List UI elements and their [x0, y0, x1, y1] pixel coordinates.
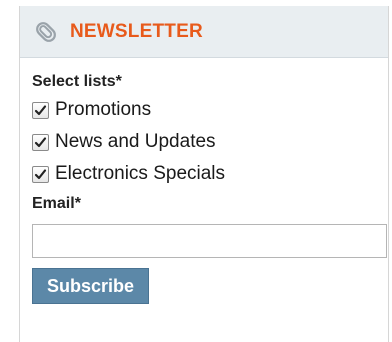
widget-title: NEWSLETTER: [70, 20, 203, 42]
email-field[interactable]: [32, 224, 387, 258]
promotions-checkbox[interactable]: [32, 101, 49, 119]
news-and-updates-label: News and Updates: [55, 131, 216, 152]
email-label: Email*: [32, 195, 81, 212]
list-item-electronics-specials[interactable]: Electronics Specials: [32, 158, 388, 190]
select-lists-label: Select lists*: [32, 73, 122, 90]
widget-header: NEWSLETTER: [20, 6, 388, 58]
electronics-specials-checkbox[interactable]: [32, 165, 49, 183]
news-and-updates-checkbox[interactable]: [32, 133, 49, 151]
checkmark-icon: [34, 168, 47, 179]
promotions-label: Promotions: [55, 99, 152, 120]
checkmark-icon: [34, 136, 47, 147]
subscribe-button[interactable]: Subscribe: [32, 268, 150, 304]
list-item-promotions[interactable]: Promotions: [32, 94, 388, 126]
list-item-news-and-updates[interactable]: News and Updates: [32, 126, 388, 158]
paperclip-icon: [33, 19, 59, 45]
widget-body: Select lists* Promotions News and Update…: [20, 58, 388, 304]
newsletter-widget: NEWSLETTER Select lists* Promotions News…: [19, 6, 389, 342]
electronics-specials-label: Electronics Specials: [55, 163, 226, 184]
checkmark-icon: [34, 104, 47, 115]
